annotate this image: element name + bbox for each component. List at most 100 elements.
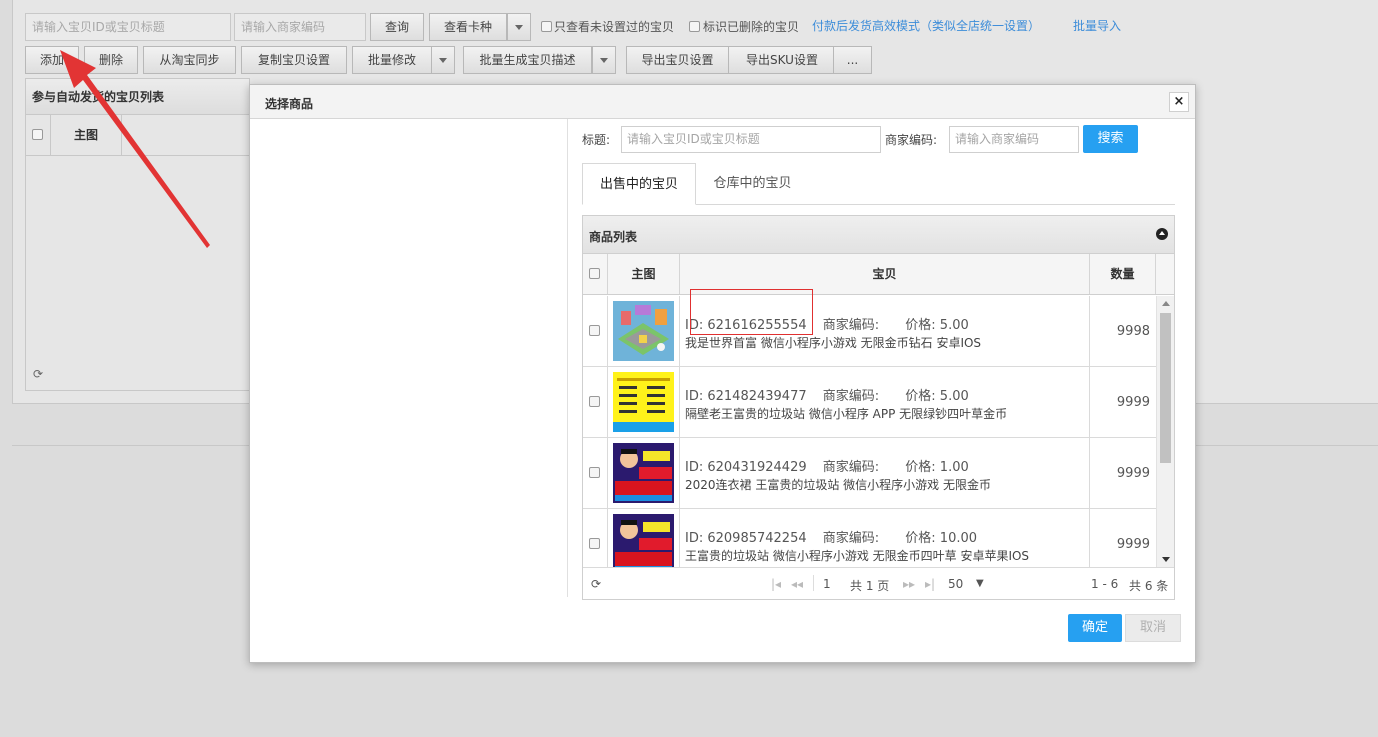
view-card-button[interactable]: 查看卡种 xyxy=(429,13,507,41)
row-merchant-code: 商家编码: xyxy=(822,531,880,546)
row-select-cell xyxy=(583,296,608,367)
page-size-select[interactable]: 50 xyxy=(948,577,963,591)
row-select-cell xyxy=(583,509,608,567)
row-merchant-code: 商家编码: xyxy=(822,318,880,333)
row-id-line: ID: 621482439477 商家编码: 价格: 5.00 xyxy=(685,385,969,404)
record-range: 1 - 6 xyxy=(1091,577,1119,591)
auto-delivery-item-list: 参与自动发货的宝贝列表 主图 ⟳ xyxy=(25,78,250,391)
grid-title: 商品列表 xyxy=(589,230,638,244)
row-quantity: 9999 xyxy=(1116,537,1150,552)
search-button[interactable]: 搜索 xyxy=(1083,125,1138,153)
row-checkbox[interactable] xyxy=(589,538,600,549)
view-card-dropdown[interactable] xyxy=(507,13,531,41)
chevron-down-icon[interactable]: ▼ xyxy=(976,578,984,589)
list-title: 参与自动发货的宝贝列表 xyxy=(26,79,249,115)
record-total: 共 6 条 xyxy=(1129,579,1169,593)
row-id: ID: 620431924429 xyxy=(685,460,807,475)
annotation-highlight-box xyxy=(690,289,813,335)
batch-import-link[interactable]: 批量导入 xyxy=(1073,19,1121,33)
collapse-icon[interactable] xyxy=(1156,228,1168,240)
row-merchant-code: 商家编码: xyxy=(822,389,880,404)
row-title: 隔壁老王富贵的垃圾站 微信小程序 APP 无限绿钞四叶草金币 xyxy=(685,407,1008,421)
merchant-code-search-input[interactable]: 请输入商家编码 xyxy=(949,126,1079,153)
product-thumbnail xyxy=(613,301,674,361)
current-page[interactable]: 1 xyxy=(823,577,831,591)
confirm-button[interactable]: 确定 xyxy=(1068,614,1122,642)
title-search-input[interactable]: 请输入宝贝ID或宝贝标题 xyxy=(621,126,881,153)
batch-generate-dropdown[interactable] xyxy=(592,46,616,74)
row-price: 价格: 1.00 xyxy=(905,460,969,475)
prev-page-icon[interactable]: ◂◂ xyxy=(791,577,803,591)
row-price: 价格: 5.00 xyxy=(905,389,969,404)
chevron-down-icon xyxy=(600,58,608,63)
table-row[interactable]: ID: 621616255554 商家编码: 价格: 5.00 我是世界首富 微… xyxy=(583,296,1156,367)
select-all-products-checkbox[interactable] xyxy=(589,268,600,279)
more-button[interactable]: ... xyxy=(833,46,872,74)
batch-generate-button[interactable]: 批量生成宝贝描述 xyxy=(463,46,592,74)
product-thumbnail xyxy=(613,514,674,567)
efficient-mode-link[interactable]: 付款后发货高效模式（类似全店统一设置） xyxy=(812,19,1040,33)
product-thumbnail xyxy=(613,372,674,432)
only-unset-checkbox[interactable] xyxy=(541,21,552,32)
row-quantity: 9999 xyxy=(1116,466,1150,481)
row-select-cell xyxy=(583,438,608,509)
product-tabs: 出售中的宝贝 仓库中的宝贝 xyxy=(582,163,1175,205)
sync-taobao-button[interactable]: 从淘宝同步 xyxy=(143,46,236,74)
select-product-dialog: 选择商品 × 标题: 请输入宝贝ID或宝贝标题 商家编码: 请输入商家编码 搜索… xyxy=(249,84,1196,663)
product-grid: 商品列表 主图 宝贝 数量 ID: 621616255554 商家编码: 价格:… xyxy=(582,215,1175,600)
select-all-checkbox[interactable] xyxy=(32,129,43,140)
next-page-icon[interactable]: ▸▸ xyxy=(903,577,915,591)
scroll-down-icon[interactable] xyxy=(1162,557,1170,562)
row-select-cell xyxy=(583,367,608,438)
mark-deleted-checkbox[interactable] xyxy=(689,21,700,32)
row-checkbox[interactable] xyxy=(589,325,600,336)
dialog-header: 选择商品 × xyxy=(250,85,1195,119)
tab-on-sale[interactable]: 出售中的宝贝 xyxy=(582,163,696,205)
chevron-down-icon xyxy=(515,25,523,30)
row-info-cell: ID: 621482439477 商家编码: 价格: 5.00 隔壁老王富贵的垃… xyxy=(680,367,1090,438)
tab-warehouse[interactable]: 仓库中的宝贝 xyxy=(696,163,809,205)
last-page-icon[interactable]: ▸| xyxy=(925,577,935,591)
close-icon[interactable]: × xyxy=(1169,92,1189,112)
table-row[interactable]: ID: 620431924429 商家编码: 价格: 1.00 2020连衣裙 … xyxy=(583,438,1156,509)
table-row[interactable]: ID: 620985742254 商家编码: 价格: 10.00 王富贵的垃圾站… xyxy=(583,509,1156,567)
dialog-title: 选择商品 xyxy=(265,97,314,111)
row-title: 2020连衣裙 王富贵的垃圾站 微信小程序小游戏 无限金币 xyxy=(685,478,991,492)
delete-button[interactable]: 删除 xyxy=(84,46,138,74)
grid-scrollbar[interactable] xyxy=(1156,296,1174,567)
row-price: 价格: 5.00 xyxy=(905,318,969,333)
only-unset-label: 只查看未设置过的宝贝 xyxy=(554,20,675,34)
table-row[interactable]: ID: 621482439477 商家编码: 价格: 5.00 隔壁老王富贵的垃… xyxy=(583,367,1156,438)
header-select-cell xyxy=(583,254,608,294)
copy-settings-button[interactable]: 复制宝贝设置 xyxy=(241,46,347,74)
cancel-button[interactable]: 取消 xyxy=(1125,614,1181,642)
refresh-icon[interactable]: ⟳ xyxy=(33,367,43,381)
row-id-line: ID: 620985742254 商家编码: 价格: 10.00 xyxy=(685,527,977,546)
batch-modify-dropdown[interactable] xyxy=(431,46,455,74)
row-title: 我是世界首富 微信小程序小游戏 无限金币钻石 安卓IOS xyxy=(685,336,982,350)
grid-rows: ID: 621616255554 商家编码: 价格: 5.00 我是世界首富 微… xyxy=(583,296,1156,567)
refresh-icon[interactable]: ⟳ xyxy=(591,577,601,591)
col-main-image: 主图 xyxy=(50,115,122,155)
row-checkbox[interactable] xyxy=(589,396,600,407)
row-image-cell xyxy=(608,509,680,567)
merchant-code-label: 商家编码: xyxy=(885,133,938,147)
scroll-up-icon[interactable] xyxy=(1162,301,1170,306)
export-sku-button[interactable]: 导出SKU设置 xyxy=(728,46,836,74)
row-quantity: 9999 xyxy=(1116,395,1150,410)
merchant-code-input[interactable]: 请输入商家编码 xyxy=(234,13,366,41)
row-checkbox[interactable] xyxy=(589,467,600,478)
item-search-input[interactable]: 请输入宝贝ID或宝贝标题 xyxy=(25,13,231,41)
row-info-cell: ID: 620985742254 商家编码: 价格: 10.00 王富贵的垃圾站… xyxy=(680,509,1090,567)
row-quantity: 9998 xyxy=(1116,324,1150,339)
row-price: 价格: 10.00 xyxy=(905,531,978,546)
query-button[interactable]: 查询 xyxy=(370,13,424,41)
export-settings-button[interactable]: 导出宝贝设置 xyxy=(626,46,729,74)
row-id: ID: 621482439477 xyxy=(685,389,807,404)
chevron-down-icon xyxy=(439,58,447,63)
first-page-icon[interactable]: |◂ xyxy=(771,577,781,591)
scrollbar-thumb[interactable] xyxy=(1160,313,1171,463)
add-button[interactable]: 添加 xyxy=(25,46,79,74)
list-header: 主图 xyxy=(26,115,249,156)
batch-modify-button[interactable]: 批量修改 xyxy=(352,46,432,74)
